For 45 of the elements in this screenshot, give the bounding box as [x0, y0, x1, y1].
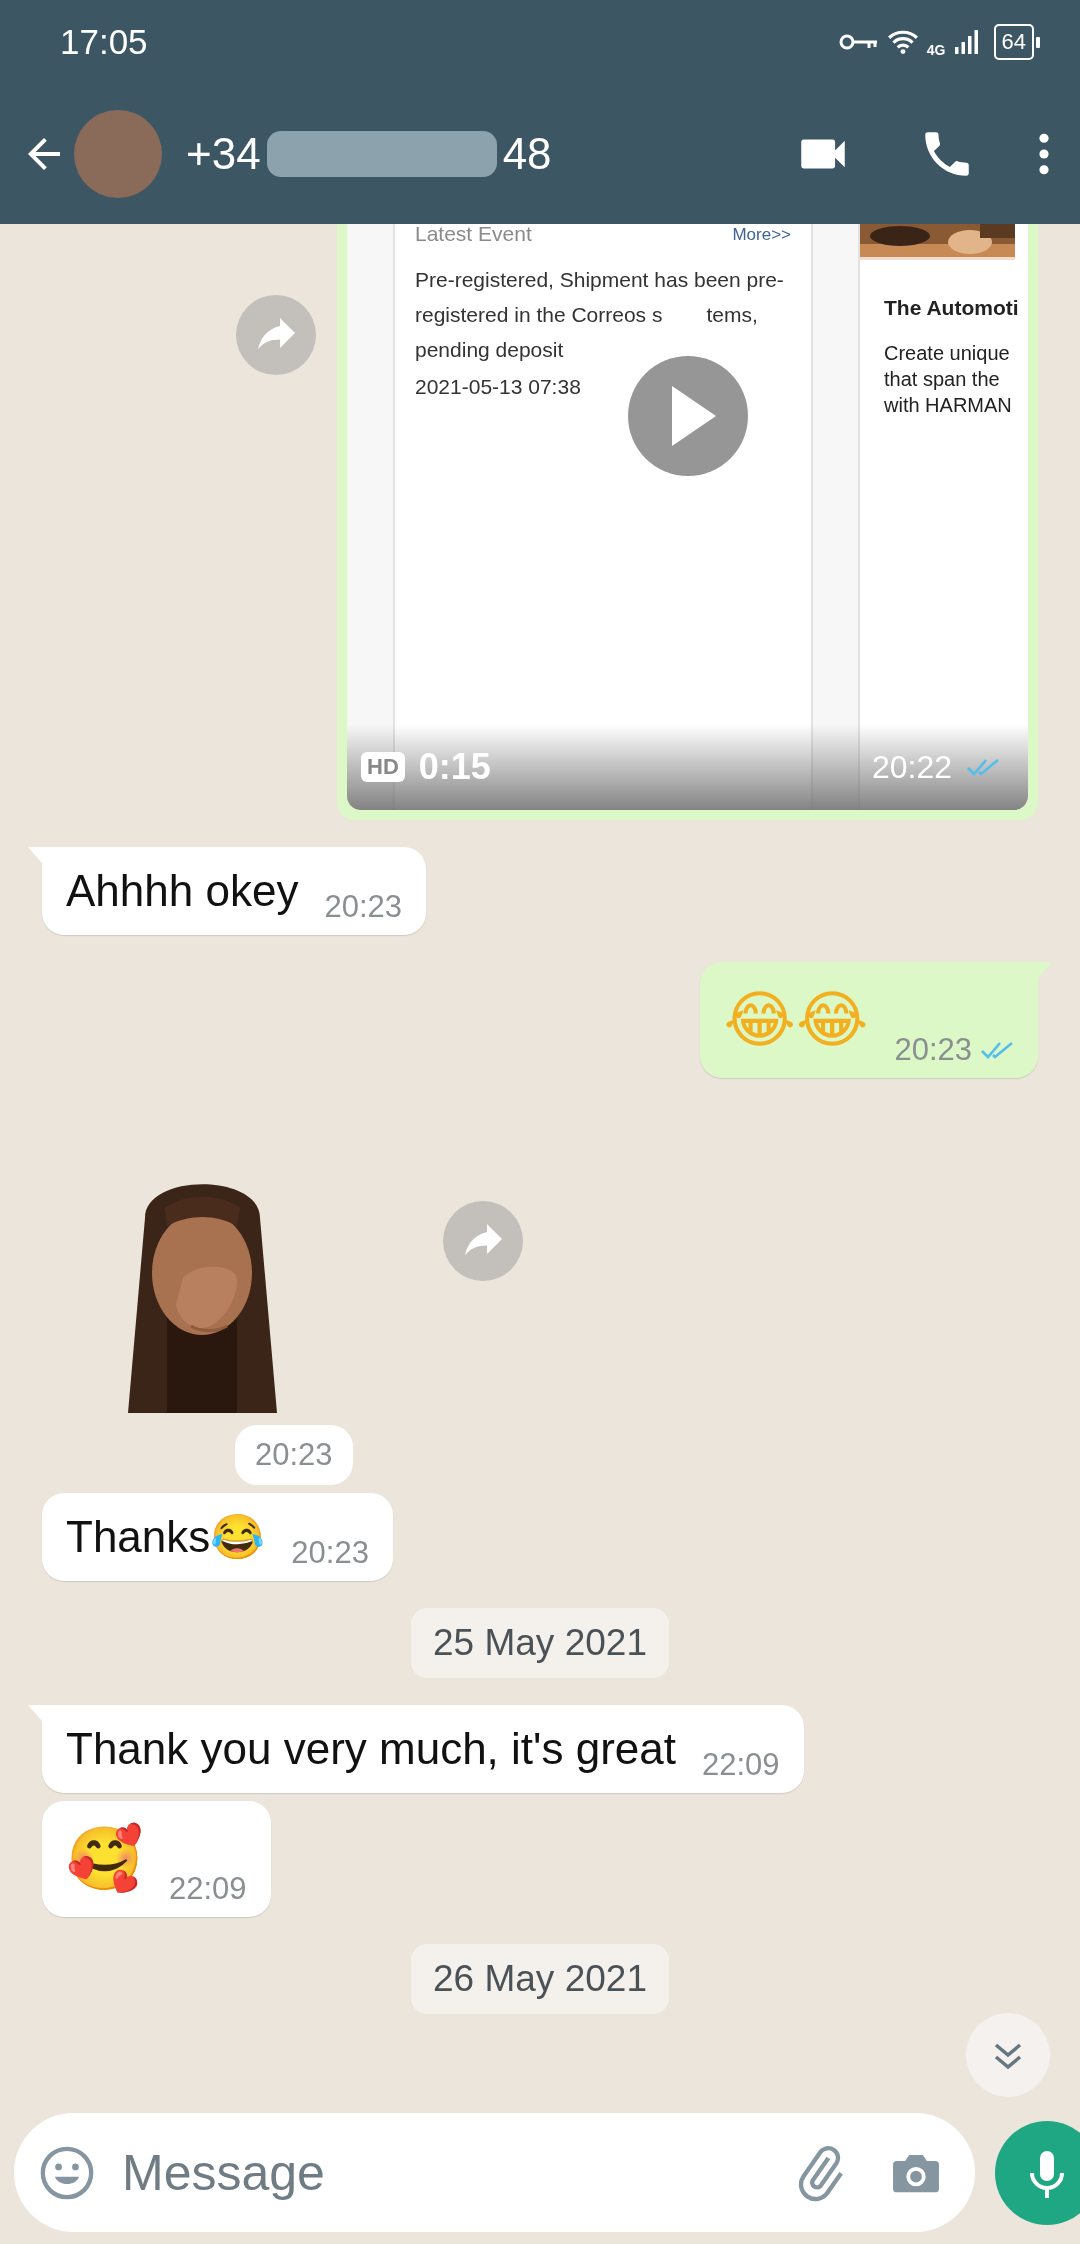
message-time: 20:23	[324, 889, 402, 925]
message-text: Thanks😂	[66, 1511, 266, 1563]
date-label: 26 May 2021	[411, 1944, 669, 2014]
message-bubble[interactable]: Thanks😂 20:23	[42, 1493, 393, 1581]
key-icon	[838, 32, 879, 52]
microphone-button[interactable]	[995, 2120, 1080, 2225]
signal-icon	[953, 29, 980, 55]
message-time: 22:09	[702, 1747, 780, 1783]
contact-number-end[interactable]: 48	[502, 129, 552, 179]
forward-icon[interactable]	[442, 1201, 523, 1281]
event-text: Pre-registered, Shipment has been pre-	[415, 267, 784, 293]
forward-icon[interactable]	[236, 295, 316, 375]
message-field[interactable]: Message	[120, 2142, 767, 2203]
message-text: 🥰	[66, 1821, 143, 1897]
scroll-down-button[interactable]	[966, 2013, 1050, 2097]
date-label: 25 May 2021	[411, 1608, 669, 1678]
more-options-icon[interactable]	[1038, 133, 1050, 175]
play-icon[interactable]	[628, 356, 748, 476]
article-text: that span the	[884, 367, 1001, 392]
event-heading: Latest Event	[415, 224, 532, 246]
message-text: Thank you very much, it's great	[66, 1723, 676, 1775]
article-title: The Automoti	[884, 296, 1020, 320]
hd-badge: HD	[361, 752, 405, 782]
article-text: Create unique	[884, 341, 1011, 366]
event-text: tems,	[706, 302, 758, 328]
status-time: 17:05	[60, 22, 148, 62]
video-message[interactable]: Latest Event More>> Pre-registered, Shipment has been pre- registered in the Correos s tems, pending deposit 2021-05-13 07:38 The Automoti Create unique that span the with HARMAN HD 0:15 20:22	[337, 224, 1038, 820]
event-date: 2021-05-13 07:38	[415, 375, 582, 399]
more-link: More>>	[732, 225, 791, 245]
message-text: Ahhhh okey	[66, 865, 299, 917]
article-text: with HARMAN	[884, 393, 1013, 418]
message-time: 20:23	[894, 1032, 972, 1068]
wifi-icon	[886, 29, 919, 55]
message-time: 20:22	[871, 748, 952, 786]
event-text: pending deposit	[415, 337, 564, 363]
message-time: 20:23	[235, 1425, 353, 1485]
message-time: 22:09	[169, 1871, 247, 1907]
message-text: 😂😂	[723, 982, 869, 1058]
battery-level: 64	[993, 24, 1040, 60]
event-text: registered in the Correos s	[415, 302, 663, 328]
message-time: 20:23	[291, 1535, 369, 1571]
contact-number-start[interactable]: +34	[186, 129, 261, 179]
network-type: 4G	[926, 42, 946, 58]
video-duration: 0:15	[418, 746, 491, 788]
message-input[interactable]: Message	[14, 2113, 975, 2232]
